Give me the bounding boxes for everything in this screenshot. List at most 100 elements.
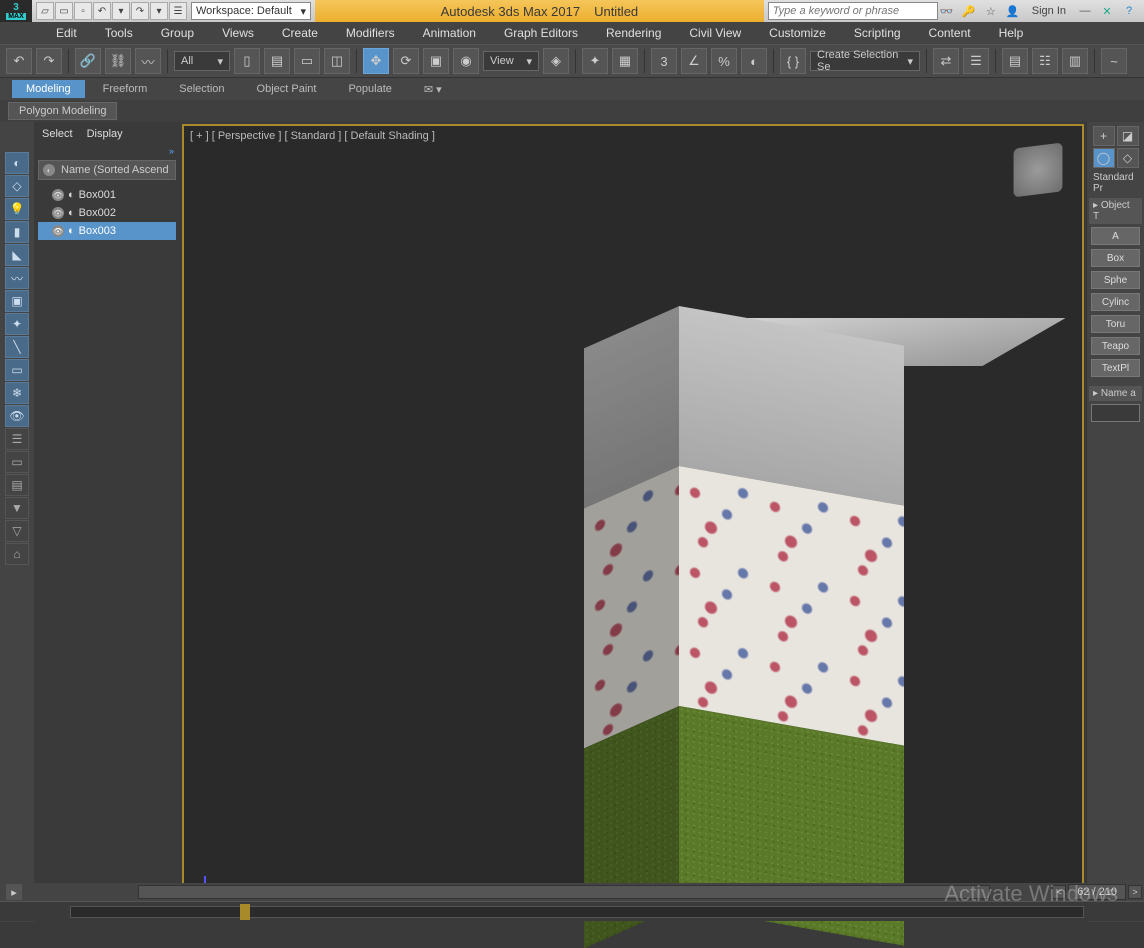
- unlink-button[interactable]: ⛓: [105, 48, 131, 74]
- menu-views[interactable]: Views: [210, 24, 266, 42]
- create-tab-icon[interactable]: +: [1093, 126, 1115, 146]
- key-icon[interactable]: 🔑: [960, 3, 978, 19]
- dd2-icon[interactable]: ▾: [150, 2, 168, 20]
- scene-explorer-scrollbar[interactable]: [138, 885, 990, 899]
- select-button[interactable]: ▯: [234, 48, 260, 74]
- star-icon[interactable]: ☆: [982, 3, 1000, 19]
- menu-edit[interactable]: Edit: [44, 24, 89, 42]
- tab-display[interactable]: Display: [87, 128, 123, 140]
- layer-button[interactable]: ▤: [1002, 48, 1028, 74]
- containers-icon[interactable]: ▭: [5, 359, 29, 381]
- autogrid-checkbox[interactable]: A: [1091, 227, 1140, 245]
- sphere-button[interactable]: Sphe: [1091, 271, 1140, 289]
- cameras-icon[interactable]: ▮: [5, 221, 29, 243]
- menu-customize[interactable]: Customize: [757, 24, 838, 42]
- user-icon[interactable]: 👤: [1004, 3, 1022, 19]
- project-icon[interactable]: ☰: [169, 2, 187, 20]
- filter2-icon[interactable]: ▽: [5, 520, 29, 542]
- app-logo[interactable]: 3MAX: [0, 0, 32, 22]
- help-icon[interactable]: ?: [1120, 3, 1138, 19]
- minimize-icon[interactable]: —: [1076, 3, 1094, 19]
- helpers-icon[interactable]: ◣: [5, 244, 29, 266]
- named-sel-dropdown[interactable]: Create Selection Se▾: [810, 51, 920, 71]
- manip-button[interactable]: ✦: [582, 48, 608, 74]
- rollout-object-type[interactable]: ▸ Object T: [1089, 198, 1142, 224]
- mirror-button[interactable]: ⇄: [933, 48, 959, 74]
- sign-in-button[interactable]: Sign In: [1026, 5, 1072, 17]
- lock-icon[interactable]: ⌂: [5, 543, 29, 565]
- undo-icon[interactable]: ↶: [93, 2, 111, 20]
- tab-populate[interactable]: Populate: [334, 80, 405, 98]
- torus-button[interactable]: Toru: [1091, 315, 1140, 333]
- geometry-cat-icon[interactable]: ◯: [1093, 148, 1115, 168]
- menu-civilview[interactable]: Civil View: [677, 24, 753, 42]
- angle-snap-button[interactable]: ∠: [681, 48, 707, 74]
- scene-explorer-header[interactable]: ◐ Name (Sorted Ascend: [38, 160, 176, 180]
- list-item[interactable]: 👁◐Box002: [38, 204, 176, 222]
- filter-icon[interactable]: ▼: [5, 497, 29, 519]
- menu-content[interactable]: Content: [917, 24, 983, 42]
- rect-select-button[interactable]: ▭: [294, 48, 320, 74]
- geometry-icon[interactable]: ◇: [5, 175, 29, 197]
- percent-snap-button[interactable]: %: [711, 48, 737, 74]
- viewcube[interactable]: [1014, 143, 1063, 198]
- teapot-button[interactable]: Teapo: [1091, 337, 1140, 355]
- pivot-button[interactable]: ◈: [543, 48, 569, 74]
- menu-rendering[interactable]: Rendering: [594, 24, 673, 42]
- search-input[interactable]: [768, 2, 938, 20]
- move-button[interactable]: ✥: [363, 48, 389, 74]
- spinner-snap-button[interactable]: ◐: [741, 48, 767, 74]
- name-input[interactable]: [1091, 404, 1140, 422]
- time-slider-handle[interactable]: [240, 904, 250, 920]
- list-item[interactable]: 👁◐Box003: [38, 222, 176, 240]
- tab-select[interactable]: Select: [42, 128, 73, 140]
- modify-tab-icon[interactable]: ◪: [1117, 126, 1139, 146]
- redo-button[interactable]: ↷: [36, 48, 62, 74]
- frame-next-icon[interactable]: >: [1128, 885, 1142, 899]
- bind-button[interactable]: 〰: [135, 48, 161, 74]
- open-icon[interactable]: ▭: [55, 2, 73, 20]
- rotate-button[interactable]: ⟳: [393, 48, 419, 74]
- shapes-cat-icon[interactable]: ◇: [1117, 148, 1139, 168]
- cylinder-button[interactable]: Cylinc: [1091, 293, 1140, 311]
- link-button[interactable]: 🔗: [75, 48, 101, 74]
- space-warps-icon[interactable]: 〰: [5, 267, 29, 289]
- lights-icon[interactable]: 💡: [5, 198, 29, 220]
- save-icon[interactable]: ▫: [74, 2, 92, 20]
- placement-button[interactable]: ◉: [453, 48, 479, 74]
- rollout-name-color[interactable]: ▸ Name a: [1089, 386, 1142, 401]
- menu-scripting[interactable]: Scripting: [842, 24, 913, 42]
- groups-icon[interactable]: ▣: [5, 290, 29, 312]
- undo-button[interactable]: ↶: [6, 48, 32, 74]
- ribbon-mail-icon[interactable]: ✉ ▾: [410, 80, 456, 99]
- viewport-object[interactable]: [584, 306, 984, 926]
- list-item[interactable]: 👁◐Box001: [38, 186, 176, 204]
- menu-animation[interactable]: Animation: [411, 24, 488, 42]
- redo-icon[interactable]: ↷: [131, 2, 149, 20]
- curve-editor-button[interactable]: ~: [1101, 48, 1127, 74]
- scale-button[interactable]: ▣: [423, 48, 449, 74]
- bone-icon[interactable]: ╲: [5, 336, 29, 358]
- menu-grapheditors[interactable]: Graph Editors: [492, 24, 590, 42]
- dd-icon[interactable]: ▾: [112, 2, 130, 20]
- frozen-icon[interactable]: ❄: [5, 382, 29, 404]
- tab-selection[interactable]: Selection: [165, 80, 238, 98]
- textplus-button[interactable]: TextPl: [1091, 359, 1140, 377]
- ribbon-button[interactable]: ▥: [1062, 48, 1088, 74]
- menu-group[interactable]: Group: [149, 24, 206, 42]
- display-all-icon[interactable]: ◐: [5, 152, 29, 174]
- new-icon[interactable]: ▱: [36, 2, 54, 20]
- tab-objectpaint[interactable]: Object Paint: [243, 80, 331, 98]
- collapse-icon[interactable]: »: [34, 146, 180, 156]
- named-sel-button[interactable]: { }: [780, 48, 806, 74]
- window-cross-button[interactable]: ◫: [324, 48, 350, 74]
- scene-explorer-button[interactable]: ☷: [1032, 48, 1058, 74]
- hidden-icon[interactable]: 👁: [5, 405, 29, 427]
- viewport[interactable]: [ + ] [ Perspective ] [ Standard ] [ Def…: [182, 124, 1084, 920]
- keymode-button[interactable]: ▦: [612, 48, 638, 74]
- align-button[interactable]: ☰: [963, 48, 989, 74]
- menu-help[interactable]: Help: [987, 24, 1036, 42]
- xrefs-icon[interactable]: ✦: [5, 313, 29, 335]
- play-icon[interactable]: ▸: [6, 884, 22, 900]
- snap3-button[interactable]: 3: [651, 48, 677, 74]
